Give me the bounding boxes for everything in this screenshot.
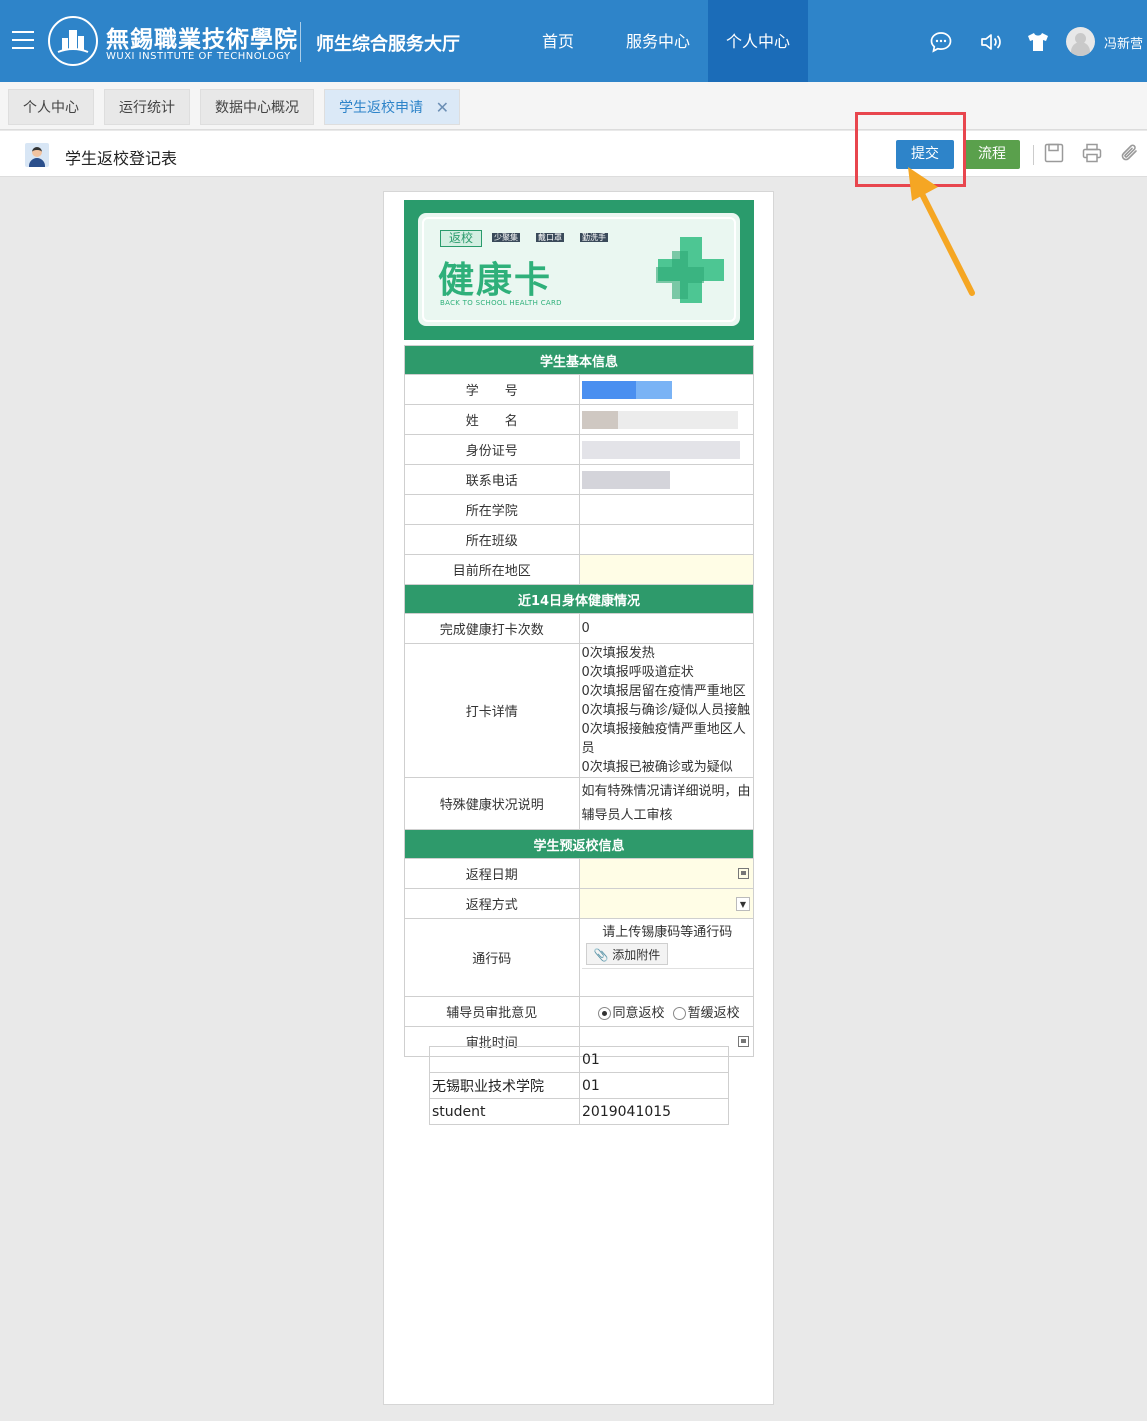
medical-cross-icon <box>656 237 724 303</box>
label-current-region: 目前所在地区 <box>404 554 580 585</box>
pass-code-upload: 请上传锡康码等通行码 📎 添加附件 <box>578 918 754 997</box>
section-basic-info: 学生基本信息 <box>404 345 754 375</box>
checkin-detail-list: 0次填报发热 0次填报呼吸道症状 0次填报居留在疫情严重地区 0次填报与确诊/疑… <box>578 643 754 778</box>
attachment-icon[interactable] <box>1119 142 1141 164</box>
value-college <box>578 494 754 525</box>
label-student-id: 学 号 <box>404 374 580 405</box>
speaker-icon[interactable] <box>979 30 1003 54</box>
meta-cell: student <box>429 1098 580 1125</box>
chat-icon[interactable] <box>929 30 953 54</box>
label-pass-code: 通行码 <box>404 918 580 997</box>
form-title: 学生返校登记表 <box>65 149 178 168</box>
tab-personal-center[interactable]: 个人中心 <box>8 89 94 125</box>
school-name-en: WUXI INSTITUTE OF TECHNOLOGY <box>106 51 291 62</box>
nav-personal-center[interactable]: 个人中心 <box>708 0 808 82</box>
tab-run-statistics[interactable]: 运行统计 <box>104 89 190 125</box>
upload-hint: 请上传锡康码等通行码 <box>602 925 733 940</box>
label-class: 所在班级 <box>404 524 580 555</box>
label-phone: 联系电话 <box>404 464 580 495</box>
return-date-input[interactable] <box>578 858 754 889</box>
toolbar-divider <box>1033 145 1034 165</box>
add-attachment-label: 添加附件 <box>612 948 661 962</box>
value-student-id <box>578 374 754 405</box>
meta-cell: 无锡职业技术学院 <box>429 1072 580 1099</box>
counselor-opinion-radio-group: 同意返校 暂缓返校 <box>578 996 754 1027</box>
banner-subtitle: BACK TO SCHOOL HEALTH CARD <box>440 299 562 307</box>
value-phone <box>578 464 754 495</box>
value-name <box>578 404 754 435</box>
label-counselor-opinion: 辅导员审批意见 <box>404 996 580 1027</box>
chevron-down-icon[interactable]: ▼ <box>736 896 750 911</box>
paperclip-icon: 📎 <box>593 948 609 962</box>
menu-icon[interactable] <box>12 31 34 49</box>
print-icon[interactable] <box>1081 142 1103 164</box>
radio-postpone-label[interactable]: 暂缓返校 <box>688 1006 740 1021</box>
label-name: 姓 名 <box>404 404 580 435</box>
health-card-banner: 返校 少聚集 戴口罩 勤洗手 健康卡 BACK TO SCHOOL HEALTH C… <box>404 200 754 340</box>
logo-divider <box>300 22 301 62</box>
registration-form-table: 学生基本信息 学 号 姓 名 身份证号 联系电话 所在学院 所在班级 目前所在地… <box>404 345 754 1057</box>
calendar-icon[interactable] <box>738 868 749 879</box>
label-checkin-count: 完成健康打卡次数 <box>404 613 580 644</box>
label-return-date: 返程日期 <box>404 858 580 889</box>
detail-item: 0次填报已被确诊或为疑似 <box>581 760 733 775</box>
user-name[interactable]: 冯新营 <box>1104 33 1143 52</box>
radio-agree-label[interactable]: 同意返校 <box>613 1006 665 1021</box>
nav-service-center[interactable]: 服务中心 <box>610 0 706 82</box>
tab-student-return-application[interactable]: 学生返校申请 ✕ <box>324 89 460 125</box>
banner-tag: 返校 <box>440 230 482 247</box>
meta-cell: 01 <box>579 1046 729 1073</box>
label-special-health: 特殊健康状况说明 <box>404 777 580 830</box>
detail-item: 0次填报发热 <box>581 646 655 661</box>
value-checkin-count: 0 <box>578 613 754 644</box>
attachment-list <box>581 968 753 992</box>
nav-home[interactable]: 首页 <box>520 0 596 82</box>
label-checkin-detail: 打卡详情 <box>404 643 580 778</box>
section-health: 近14日身体健康情况 <box>404 584 754 614</box>
radio-agree[interactable] <box>597 1007 611 1020</box>
value-id-card <box>578 434 754 465</box>
calendar-icon[interactable] <box>738 1036 749 1047</box>
detail-item: 0次填报居留在疫情严重地区 <box>581 684 746 699</box>
meta-cell: 01 <box>579 1072 729 1099</box>
close-icon[interactable]: ✕ <box>436 90 449 126</box>
banner-slogans: 少聚集 戴口罩 勤洗手 <box>492 233 608 242</box>
section-return-info: 学生预返校信息 <box>404 829 754 859</box>
label-college: 所在学院 <box>404 494 580 525</box>
top-header: 無錫職業技術學院 WUXI INSTITUTE OF TECHNOLOGY 师生… <box>0 0 1147 82</box>
tab-data-center-overview[interactable]: 数据中心概况 <box>200 89 314 125</box>
tabs-bar: 个人中心 运行统计 数据中心概况 学生返校申请 ✕ <box>0 82 1147 130</box>
school-name-cn: 無錫職業技術學院 <box>106 26 298 53</box>
meta-cell: 2019041015 <box>579 1098 729 1125</box>
save-icon[interactable] <box>1043 142 1065 164</box>
banner-title: 健康卡 <box>438 260 553 301</box>
form-paper: 返校 少聚集 戴口罩 勤洗手 健康卡 BACK TO SCHOOL HEALTH C… <box>383 191 774 1405</box>
label-return-mode: 返程方式 <box>404 888 580 919</box>
detail-item: 0次填报呼吸道症状 <box>581 665 694 680</box>
student-form-icon <box>25 143 49 167</box>
detail-item: 0次填报与确诊/疑似人员接触 <box>581 703 751 718</box>
system-title: 师生综合服务大厅 <box>316 34 460 55</box>
current-region-input[interactable] <box>578 554 754 585</box>
return-mode-select[interactable]: ▼ <box>578 888 754 919</box>
meta-cell <box>429 1046 580 1073</box>
label-id-card: 身份证号 <box>404 434 580 465</box>
value-class <box>578 524 754 555</box>
user-avatar[interactable] <box>1066 27 1095 56</box>
special-health-textarea[interactable]: 如有特殊情况请详细说明，由辅导员人工审核 <box>578 777 754 830</box>
tab-label: 学生返校申请 <box>339 100 423 116</box>
skin-theme-icon[interactable] <box>1026 30 1050 54</box>
school-logo-icon <box>48 16 98 66</box>
radio-postpone[interactable] <box>672 1007 686 1020</box>
meta-info-table: 01 无锡职业技术学院 01 student 2019041015 <box>429 1046 729 1125</box>
pointer-arrow-icon <box>908 167 975 296</box>
add-attachment-button[interactable]: 📎 添加附件 <box>585 943 669 965</box>
detail-item: 0次填报接触疫情严重地区人员 <box>581 722 746 756</box>
